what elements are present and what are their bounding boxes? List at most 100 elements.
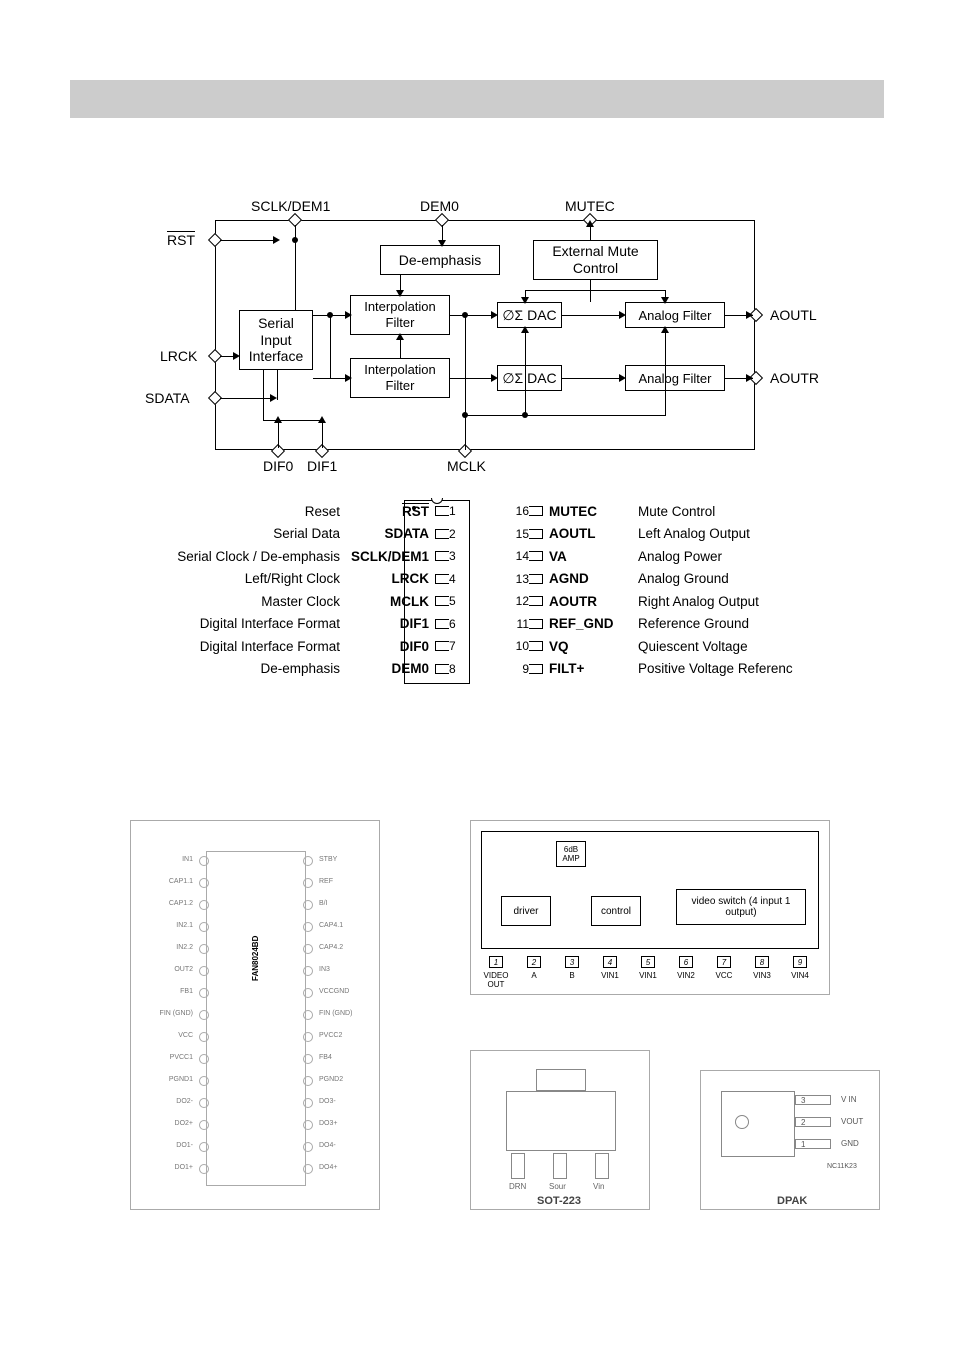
package-leg — [553, 1153, 567, 1179]
pin-label: DO2- — [143, 1098, 193, 1105]
box-de-emphasis: De-emphasis — [380, 245, 500, 275]
pin-label: B — [554, 971, 590, 980]
pin-row: Digital Interface Format DIF0 7 10 VQ Qu… — [150, 635, 850, 658]
box-analog-filter-1: Analog Filter — [625, 302, 725, 328]
pin-row: De-emphasis DEM0 8 9 FILT+ Positive Volt… — [150, 658, 850, 681]
pin-name-right: VA — [543, 549, 628, 564]
arrow — [590, 225, 591, 240]
pin-label: FB4 — [319, 1054, 332, 1061]
pin-label: VOUT — [841, 1117, 863, 1126]
pin-label: VIN1 — [630, 971, 666, 980]
pin-row: Left/Right Clock LRCK 4 13 AGND Analog G… — [150, 568, 850, 591]
pin-pad-icon — [529, 529, 543, 539]
pin-label: IN3 — [319, 966, 330, 973]
pin-name-left: SDATA — [350, 526, 435, 541]
chip-part-number: FAN8024BD — [251, 936, 260, 981]
arrow — [330, 315, 331, 378]
arrow — [665, 328, 666, 416]
arrow — [322, 420, 323, 448]
pin-label: VCC — [143, 1032, 193, 1039]
pin-icon — [303, 1076, 313, 1086]
box-6db-amp: 6dB AMP — [556, 841, 586, 867]
pin-desc-left: Reset — [150, 504, 350, 519]
pin-label: VIDEO OUT — [478, 971, 514, 989]
arrowhead-icon — [491, 374, 498, 382]
arrowhead-icon — [233, 352, 240, 360]
pin-num: 1 — [801, 1140, 805, 1149]
pin-num: 2 — [801, 1118, 805, 1127]
pin-icon — [199, 1010, 209, 1020]
arrowhead-icon — [491, 311, 498, 319]
box-analog-filter-2: Analog Filter — [625, 365, 725, 391]
pin-label: VCC — [706, 971, 742, 980]
pin-pad-icon — [435, 551, 449, 561]
pin-label: GND — [841, 1139, 859, 1148]
arrowhead-icon — [619, 374, 626, 382]
pin-pad-icon — [435, 664, 449, 674]
pin-icon — [199, 1098, 209, 1108]
pin-icon — [303, 856, 313, 866]
box-video-switch: video switch (4 input 1 output) — [676, 889, 806, 925]
pin-num-right: 12 — [511, 594, 529, 608]
pin-pad-icon — [435, 529, 449, 539]
box-dac-1: ∅Σ DAC — [497, 302, 562, 328]
pin-number-box: 9 — [793, 956, 807, 968]
pin-pad-icon — [529, 664, 543, 674]
pin-icon — [303, 1010, 313, 1020]
package-name: SOT-223 — [537, 1195, 581, 1207]
pin-desc-right: Reference Ground — [628, 616, 850, 631]
pin-num-right: 13 — [511, 572, 529, 586]
pin-label: CAP1.1 — [143, 878, 193, 885]
arrow — [277, 370, 278, 400]
thumb-sot223: DRN Sour Vin SOT-223 — [470, 1050, 650, 1210]
pin-row: Master Clock MCLK 5 12 AOUTR Right Analo… — [150, 590, 850, 613]
pin-icon — [303, 900, 313, 910]
pin-label: Sour — [549, 1182, 566, 1191]
pin-desc-left: Left/Right Clock — [150, 571, 350, 586]
arrowhead-icon — [521, 326, 529, 333]
note: NC11K23 — [827, 1163, 857, 1170]
arrow — [450, 315, 496, 316]
pin-label: DRN — [509, 1182, 526, 1191]
pin-icon — [199, 878, 209, 888]
pin-name-left: DIF1 — [350, 616, 435, 631]
pin-icon — [303, 988, 313, 998]
arrow — [525, 290, 665, 291]
package-hole-icon — [735, 1115, 749, 1129]
pin-label: FIN (GND) — [319, 1010, 352, 1017]
arrowhead-icon — [661, 297, 669, 304]
label-dem0: DEM0 — [420, 198, 459, 214]
pin-pad-icon — [435, 641, 449, 651]
label-lrck: LRCK — [160, 348, 197, 364]
pin-pad-icon — [529, 641, 543, 651]
pin-pad-icon — [529, 574, 543, 584]
arrow — [295, 225, 296, 310]
pin-label: DO4- — [319, 1142, 336, 1149]
pin-name-right: FILT+ — [543, 661, 628, 676]
pin-pad-icon — [435, 596, 449, 606]
box-interpolation-filter-1: Interpolation Filter — [350, 295, 450, 335]
pin-label: STBY — [319, 856, 337, 863]
pin-desc-right: Analog Ground — [628, 571, 850, 586]
pin-icon — [199, 1054, 209, 1064]
package-leg — [595, 1153, 609, 1179]
pin-desc-left: Serial Clock / De-emphasis — [150, 549, 350, 564]
pin-pad-icon — [529, 506, 543, 516]
pin-num-right: 16 — [511, 504, 529, 518]
pin-number-box: 8 — [755, 956, 769, 968]
pin-desc-left: Serial Data — [150, 526, 350, 541]
pinout-table: Reset RST 1 16 MUTEC Mute Control Serial… — [150, 500, 850, 680]
pin-pad-icon — [529, 619, 543, 629]
pin-row: Serial Data SDATA 2 15 AOUTL Left Analog… — [150, 523, 850, 546]
pin-name-left: DEM0 — [350, 661, 435, 676]
pin-label: VIN3 — [744, 971, 780, 980]
header-bar — [70, 80, 884, 118]
arrowhead-icon — [586, 220, 594, 227]
arrowhead-icon — [273, 236, 280, 244]
chip-outline — [206, 851, 306, 1186]
thumb-dpak: 3 2 1 V IN VOUT GND NC11K23 DPAK — [700, 1070, 880, 1210]
pin-icon — [303, 966, 313, 976]
pin-label: Vin — [593, 1182, 604, 1191]
arrowhead-icon — [746, 311, 753, 319]
pin-icon — [199, 944, 209, 954]
